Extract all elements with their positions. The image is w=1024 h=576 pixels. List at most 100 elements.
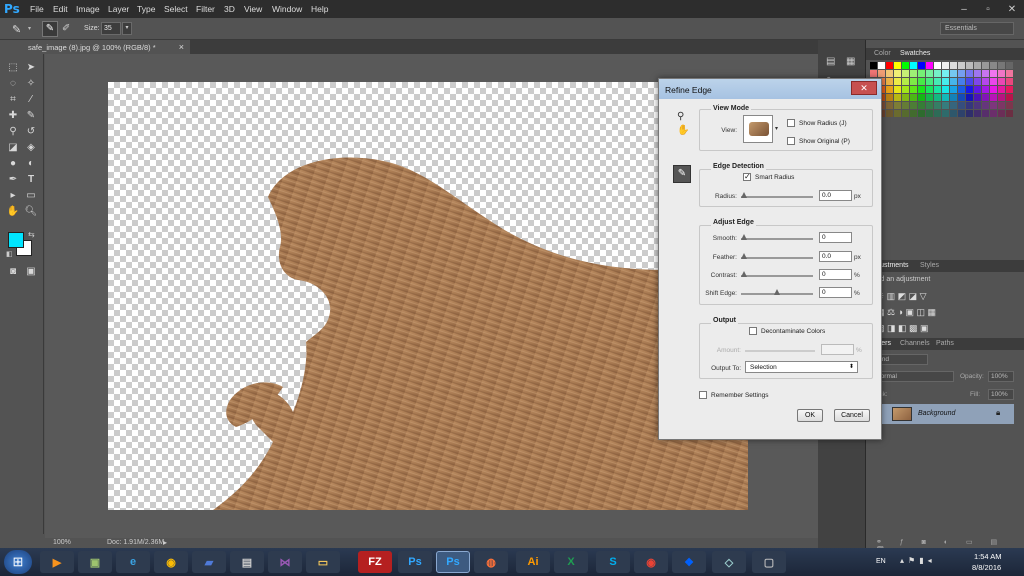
erase-refinements-icon[interactable]: ✐ bbox=[62, 23, 70, 34]
swatch[interactable] bbox=[998, 102, 1005, 109]
swatch[interactable] bbox=[926, 78, 933, 85]
history-icon[interactable]: ▤ bbox=[826, 56, 835, 67]
foreground-color-swatch[interactable] bbox=[8, 232, 24, 248]
swatch[interactable] bbox=[1006, 70, 1013, 77]
feather-input[interactable]: 0.0 bbox=[819, 251, 852, 262]
language-indicator[interactable]: EN bbox=[876, 558, 886, 565]
swatch[interactable] bbox=[982, 94, 989, 101]
paint-bucket-tool-icon[interactable]: ◈ bbox=[24, 142, 38, 154]
swatch[interactable] bbox=[918, 62, 925, 69]
swatch[interactable] bbox=[958, 110, 965, 117]
swatch[interactable] bbox=[934, 78, 941, 85]
clock-time[interactable]: 1:54 AM bbox=[974, 552, 1002, 561]
swatch[interactable] bbox=[990, 94, 997, 101]
book-app-icon[interactable]: ▰ bbox=[192, 551, 226, 573]
adjustment-icons[interactable]: ☀ ▥ ◩ ◪ ▽ ▦ ⚖ ◑ ▣ ◫ ▦ ▨ ◨ ◧ ▩ ▣ bbox=[876, 288, 996, 338]
swatch[interactable] bbox=[870, 62, 877, 69]
swatch[interactable] bbox=[966, 62, 973, 69]
history-brush-tool-icon[interactable]: ↺ bbox=[24, 126, 38, 138]
visual-studio-icon[interactable]: ⋈ bbox=[268, 551, 302, 573]
swatch[interactable] bbox=[918, 102, 925, 109]
swatch[interactable] bbox=[886, 78, 893, 85]
swatch[interactable] bbox=[902, 94, 909, 101]
swatch[interactable] bbox=[958, 94, 965, 101]
crop-tool-icon[interactable]: ⌗ bbox=[6, 94, 20, 106]
swatch[interactable] bbox=[934, 86, 941, 93]
status-arrow-icon[interactable]: ▸ bbox=[163, 538, 167, 547]
media-player-icon[interactable]: ▶ bbox=[40, 551, 74, 573]
swatch[interactable] bbox=[926, 86, 933, 93]
menu-layer[interactable]: Layer bbox=[108, 4, 129, 14]
swatch[interactable] bbox=[886, 94, 893, 101]
swatch[interactable] bbox=[886, 70, 893, 77]
ok-button[interactable]: OK bbox=[797, 409, 823, 422]
layer-name[interactable]: Background bbox=[918, 410, 955, 417]
size-input[interactable]: 35 bbox=[101, 22, 121, 35]
swatch[interactable] bbox=[910, 102, 917, 109]
smooth-slider-thumb[interactable] bbox=[741, 234, 747, 240]
contrast-input[interactable]: 0 bbox=[819, 269, 852, 280]
radius-slider[interactable] bbox=[741, 192, 813, 198]
skype-icon[interactable]: S bbox=[596, 551, 630, 573]
minimize-icon[interactable]: – bbox=[952, 0, 976, 18]
menu-view[interactable]: View bbox=[244, 4, 262, 14]
swatch[interactable] bbox=[998, 94, 1005, 101]
contrast-slider-thumb[interactable] bbox=[741, 271, 747, 277]
swatch[interactable] bbox=[902, 86, 909, 93]
swatch[interactable] bbox=[950, 94, 957, 101]
chrome-icon[interactable]: ◉ bbox=[154, 551, 188, 573]
workspace-switcher[interactable]: Essentials bbox=[940, 22, 1014, 35]
swatch[interactable] bbox=[894, 70, 901, 77]
tab-channels[interactable]: Channels bbox=[900, 340, 930, 347]
shift-edge-slider[interactable] bbox=[741, 289, 813, 295]
swatch[interactable] bbox=[982, 110, 989, 117]
swatch[interactable] bbox=[926, 62, 933, 69]
dialog-title-bar[interactable]: Refine Edge ✕ bbox=[659, 79, 881, 99]
swatch[interactable] bbox=[990, 102, 997, 109]
swatch[interactable] bbox=[910, 94, 917, 101]
menu-type[interactable]: Type bbox=[137, 4, 155, 14]
close-tab-icon[interactable]: × bbox=[179, 42, 184, 52]
brush-tool-icon[interactable]: ✎ bbox=[24, 110, 38, 122]
zoom-tool-icon[interactable]: 🔍︎ bbox=[24, 206, 38, 218]
swatch[interactable] bbox=[1006, 78, 1013, 85]
swatch[interactable] bbox=[942, 62, 949, 69]
swatch[interactable] bbox=[958, 102, 965, 109]
dialog-close-icon[interactable]: ✕ bbox=[851, 81, 877, 95]
move-tool-icon[interactable]: ➤ bbox=[24, 62, 38, 74]
hand-icon[interactable]: ✋ bbox=[677, 125, 689, 136]
zoom-icon[interactable]: ⚲ bbox=[677, 111, 684, 122]
swatch[interactable] bbox=[934, 62, 941, 69]
swatch[interactable] bbox=[950, 62, 957, 69]
swatch[interactable] bbox=[982, 62, 989, 69]
swatch[interactable] bbox=[982, 70, 989, 77]
filezilla-icon[interactable]: FZ bbox=[358, 551, 392, 573]
tool-preset-arrow-icon[interactable]: ▾ bbox=[28, 25, 31, 32]
blend-mode-select[interactable]: Normal bbox=[872, 371, 954, 382]
eyedropper-tool-icon[interactable]: ⁄ bbox=[24, 94, 38, 106]
swatch[interactable] bbox=[998, 62, 1005, 69]
swatch[interactable] bbox=[878, 70, 885, 77]
output-to-select[interactable]: Selection ⬍ bbox=[745, 361, 858, 373]
swatch[interactable] bbox=[934, 70, 941, 77]
menu-3d[interactable]: 3D bbox=[224, 4, 235, 14]
type-tool-icon[interactable]: T bbox=[24, 174, 38, 186]
swatch[interactable] bbox=[894, 62, 901, 69]
swatch[interactable] bbox=[982, 78, 989, 85]
swatch[interactable] bbox=[942, 102, 949, 109]
layer-row-background[interactable]: Background 🔒︎ bbox=[866, 404, 1014, 424]
swatch[interactable] bbox=[958, 70, 965, 77]
swatch[interactable] bbox=[926, 94, 933, 101]
swatch[interactable] bbox=[950, 110, 957, 117]
swatch[interactable] bbox=[974, 78, 981, 85]
rectangle-tool-icon[interactable]: ▭ bbox=[24, 190, 38, 202]
quick-mask-icon[interactable]: ◙ bbox=[6, 266, 20, 278]
swatch[interactable] bbox=[950, 102, 957, 109]
swatch[interactable] bbox=[926, 102, 933, 109]
excel-icon[interactable]: X bbox=[554, 551, 588, 573]
close-icon[interactable]: ✕ bbox=[1000, 0, 1024, 18]
dodge-tool-icon[interactable]: ◐ bbox=[24, 158, 38, 170]
swatch[interactable] bbox=[918, 78, 925, 85]
lasso-tool-icon[interactable]: ◌ bbox=[6, 78, 20, 90]
swatch[interactable] bbox=[926, 110, 933, 117]
